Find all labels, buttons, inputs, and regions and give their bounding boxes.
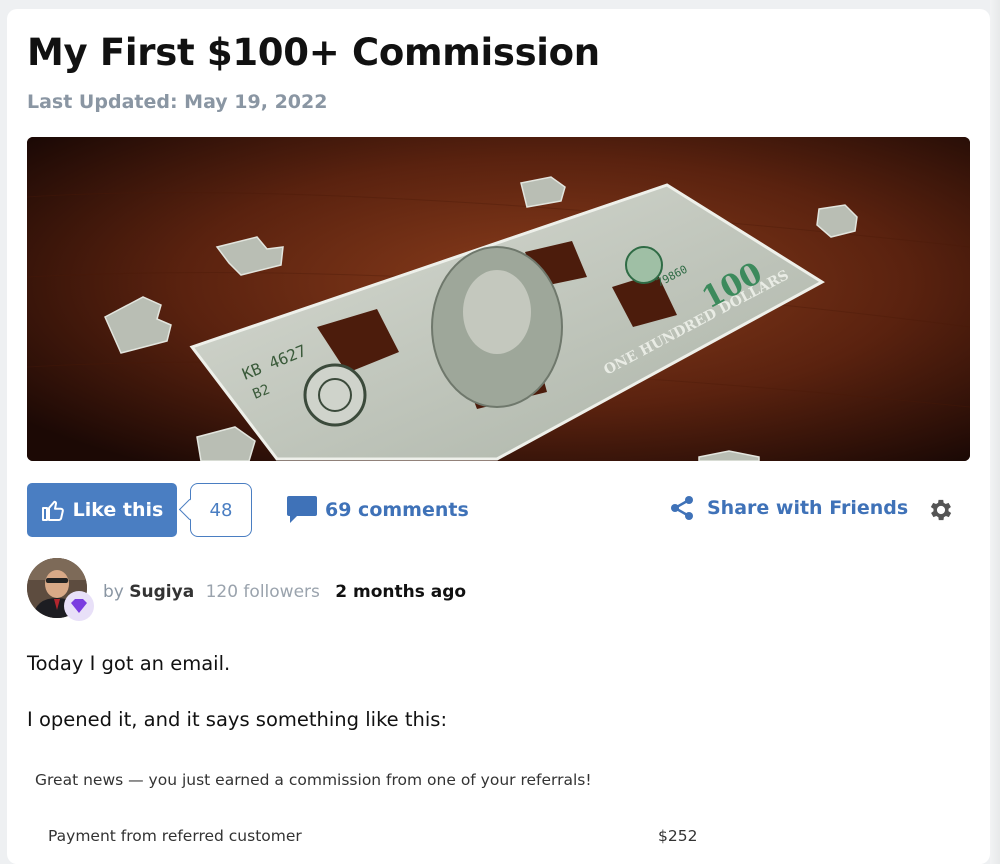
share-button[interactable]: Share with Friends — [669, 495, 908, 521]
hero-image: KB 4627 B2 100 ONE HUNDRED DOLLARS 79860 — [27, 137, 970, 461]
comments-label: 69 comments — [325, 499, 469, 521]
body-paragraph-1: Today I got an email. — [27, 652, 231, 675]
article-title: My First $100+ Commission — [27, 31, 600, 74]
payment-amount: $252 — [658, 827, 698, 845]
thumbs-up-icon — [41, 500, 64, 521]
author-name-link[interactable]: Sugiya — [129, 582, 194, 602]
page-edge — [990, 0, 1000, 864]
author-byline: by Sugiya 120 followers 2 months ago — [103, 582, 466, 602]
payment-label: Payment from referred customer — [48, 827, 302, 845]
email-headline: Great news — you just earned a commissio… — [35, 771, 592, 789]
share-label: Share with Friends — [707, 497, 909, 519]
comment-bubble-icon — [287, 496, 317, 523]
post-age: 2 months ago — [335, 582, 467, 602]
like-count-badge: 48 — [190, 483, 252, 537]
by-label: by — [103, 582, 124, 602]
share-icon — [671, 496, 693, 520]
body-paragraph-2: I opened it, and it says something like … — [27, 708, 448, 731]
comments-link[interactable]: 69 comments — [285, 495, 469, 525]
settings-gear-icon[interactable] — [927, 496, 955, 524]
like-label: Like this — [72, 499, 164, 521]
like-button[interactable]: Like this — [27, 483, 177, 537]
last-updated-date: Last Updated: May 19, 2022 — [27, 91, 328, 113]
diamond-icon — [71, 599, 87, 613]
premium-badge — [64, 591, 94, 621]
article-card: My First $100+ Commission Last Updated: … — [7, 9, 990, 864]
money-puzzle-image: KB 4627 B2 100 ONE HUNDRED DOLLARS 79860 — [27, 137, 970, 461]
follower-count: 120 followers — [205, 582, 320, 602]
